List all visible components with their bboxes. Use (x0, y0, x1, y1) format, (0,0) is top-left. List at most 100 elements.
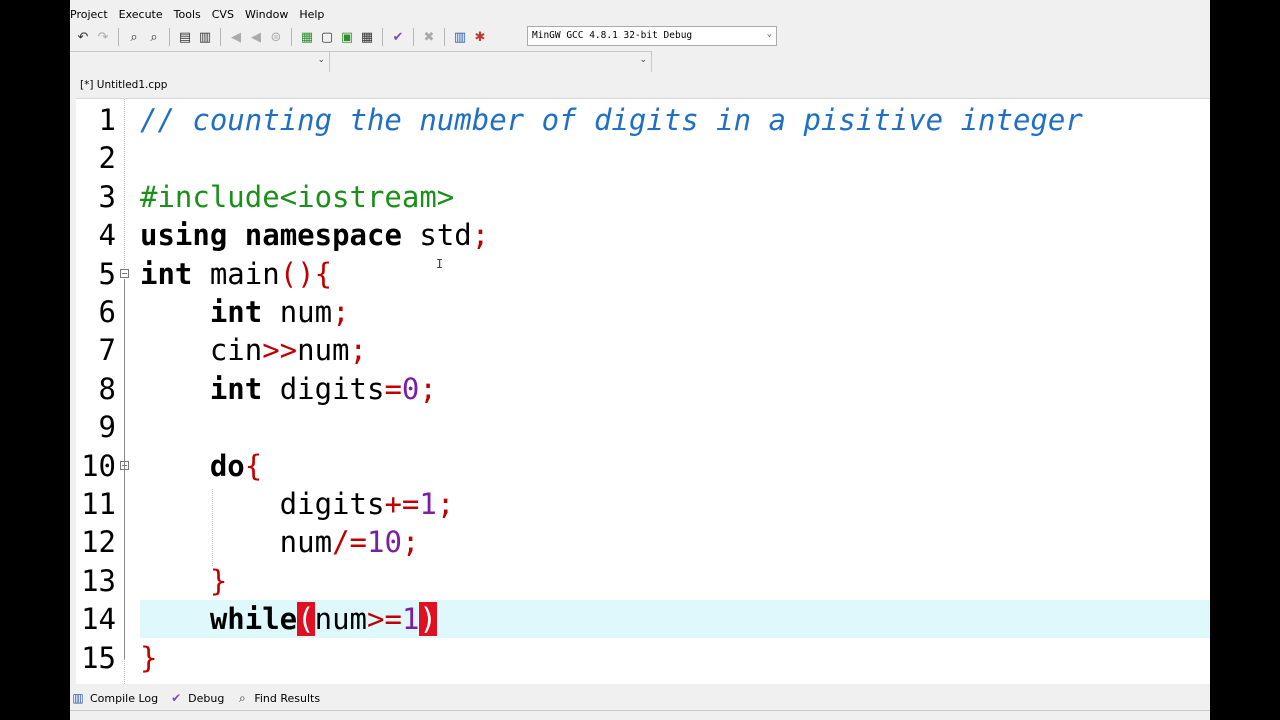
compile-icon[interactable]: ▦ (298, 28, 316, 46)
line-number: 8 (98, 371, 116, 406)
code-token: += (384, 487, 420, 521)
compiler-select-value: MinGW GCC 4.8.1 32-bit Debug (532, 30, 693, 41)
chart-icon: ▥ (72, 691, 84, 705)
tab-debug[interactable]: ✔ Debug (168, 691, 224, 705)
line-number: 15 (81, 640, 116, 675)
devcpp-window: Project Execute Tools CVS Window Help ↶ … (70, 0, 1210, 720)
code-line[interactable]: 14 while(num>=1) (76, 600, 1210, 638)
code-token: digits (140, 487, 385, 521)
member-combo[interactable]: ⌄ (330, 52, 652, 72)
code-token: namespace (244, 218, 402, 253)
code-line[interactable]: 5 int main(){ (76, 255, 1210, 293)
code-token: #include<iostream> (140, 179, 455, 214)
code-token: main (192, 256, 280, 291)
code-token: num (297, 333, 350, 368)
code-text: // counting the number of digits in a pi… (140, 101, 1083, 139)
code-line[interactable]: 11 digits+=1; (76, 485, 1210, 523)
undo-icon[interactable]: ↶ (74, 28, 92, 46)
menu-execute[interactable]: Execute (119, 6, 163, 24)
code-editor[interactable]: I 1// counting the number of digits in a… (76, 98, 1210, 684)
find-icon: ⌕ (238, 691, 246, 705)
goto-line-icon[interactable]: ⊜ (267, 28, 285, 46)
code-token: // counting the number of digits in a pi… (140, 103, 1083, 137)
line-number: 3 (98, 179, 116, 214)
code-line[interactable]: 13 } (76, 562, 1210, 600)
line-number: 14 (81, 602, 116, 637)
code-line[interactable]: 15} (76, 639, 1210, 677)
code-text: cin>>num; (140, 331, 367, 369)
code-line[interactable]: 8 int digits=0; (76, 370, 1210, 408)
chevron-down-icon: ⌄ (639, 55, 647, 65)
line-number: 2 (98, 141, 116, 176)
tab-untitled1[interactable]: [*] Untitled1.cpp (76, 76, 172, 97)
menu-cvs[interactable]: CVS (212, 6, 234, 24)
debug-icon[interactable]: ✱ (471, 28, 489, 46)
menu-window[interactable]: Window (245, 6, 288, 24)
code-token: num (140, 525, 333, 560)
code-token: int (209, 295, 263, 329)
stop-icon[interactable]: ✖ (420, 28, 438, 46)
code-token: >= (367, 602, 402, 637)
bookmark-back-icon[interactable]: ◀ (227, 28, 245, 46)
code-line[interactable]: 6 int num; (76, 293, 1210, 331)
compile-run-icon[interactable]: ▣ (338, 28, 356, 46)
tab-find-results[interactable]: ⌕ Find Results (234, 691, 320, 705)
class-combo[interactable]: ⌄ (70, 52, 330, 72)
code-token: 1 (401, 602, 420, 637)
toolbar-separator (169, 28, 170, 46)
code-token: >> (262, 333, 298, 368)
replace-icon[interactable]: ⌕ (145, 28, 163, 46)
unindent-icon[interactable]: ▥ (196, 28, 214, 46)
line-number: 7 (98, 333, 116, 368)
code-text: #include<iostream> (140, 178, 454, 216)
bookmark-forward-icon[interactable]: ◀ (247, 28, 265, 46)
status-bar (70, 710, 1210, 720)
code-text: int digits=0; (140, 370, 437, 408)
code-token: do (209, 448, 245, 483)
redo-icon[interactable]: ↷ (94, 28, 112, 46)
code-token: } (140, 640, 158, 675)
code-line[interactable]: 2 (76, 139, 1210, 177)
code-token: using (140, 218, 228, 253)
code-token: num (314, 602, 368, 637)
code-line[interactable]: 4 using namespace std; (76, 216, 1210, 254)
menu-bar: Project Execute Tools CVS Window Help (70, 6, 1210, 24)
find-icon[interactable]: ⌕ (125, 28, 143, 46)
class-member-bar: ⌄ ⌄ (70, 51, 652, 73)
line-number: 1 (98, 103, 116, 137)
code-token: int (140, 256, 193, 291)
tab-compile-log-label: Compile Log (90, 691, 159, 705)
line-number: 5 (98, 256, 116, 291)
code-line[interactable]: 1 // counting the number of digits in a p… (76, 101, 1210, 139)
code-line[interactable]: 9 (76, 408, 1210, 446)
code-line[interactable]: 3 #include<iostream> (76, 178, 1210, 216)
fold-toggle-icon[interactable]: − (120, 268, 129, 278)
menu-project[interactable]: Project (70, 6, 108, 24)
tab-compile-log[interactable]: ▥ Compile Log (70, 691, 158, 705)
menu-help[interactable]: Help (299, 6, 324, 24)
rebuild-icon[interactable]: ▦ (358, 28, 376, 46)
code-token: (){ (279, 256, 333, 291)
menu-tools[interactable]: Tools (174, 6, 201, 24)
line-number: 9 (98, 410, 116, 445)
indent-icon[interactable]: ▤ (176, 28, 194, 46)
compiler-select[interactable]: MinGW GCC 4.8.1 32-bit Debug ⌄ (527, 26, 777, 46)
toolbar-separator (382, 28, 383, 46)
code-token: ( (297, 602, 315, 637)
profile-icon[interactable]: ▥ (451, 28, 469, 46)
code-token: ; (419, 371, 437, 406)
toolbar-separator (444, 28, 445, 46)
code-text: } (140, 639, 157, 677)
code-token: int (209, 371, 263, 406)
code-token: 10 (366, 525, 402, 560)
code-line[interactable]: 12 num/=10; (76, 523, 1210, 561)
code-token: ; (436, 487, 455, 521)
code-token: std (401, 218, 472, 253)
code-line[interactable]: 7 cin>>num; (76, 331, 1210, 369)
run-icon[interactable]: ▢ (318, 28, 336, 46)
code-line[interactable]: 10 do{ (76, 447, 1210, 485)
check-syntax-icon[interactable]: ✔ (389, 28, 407, 46)
